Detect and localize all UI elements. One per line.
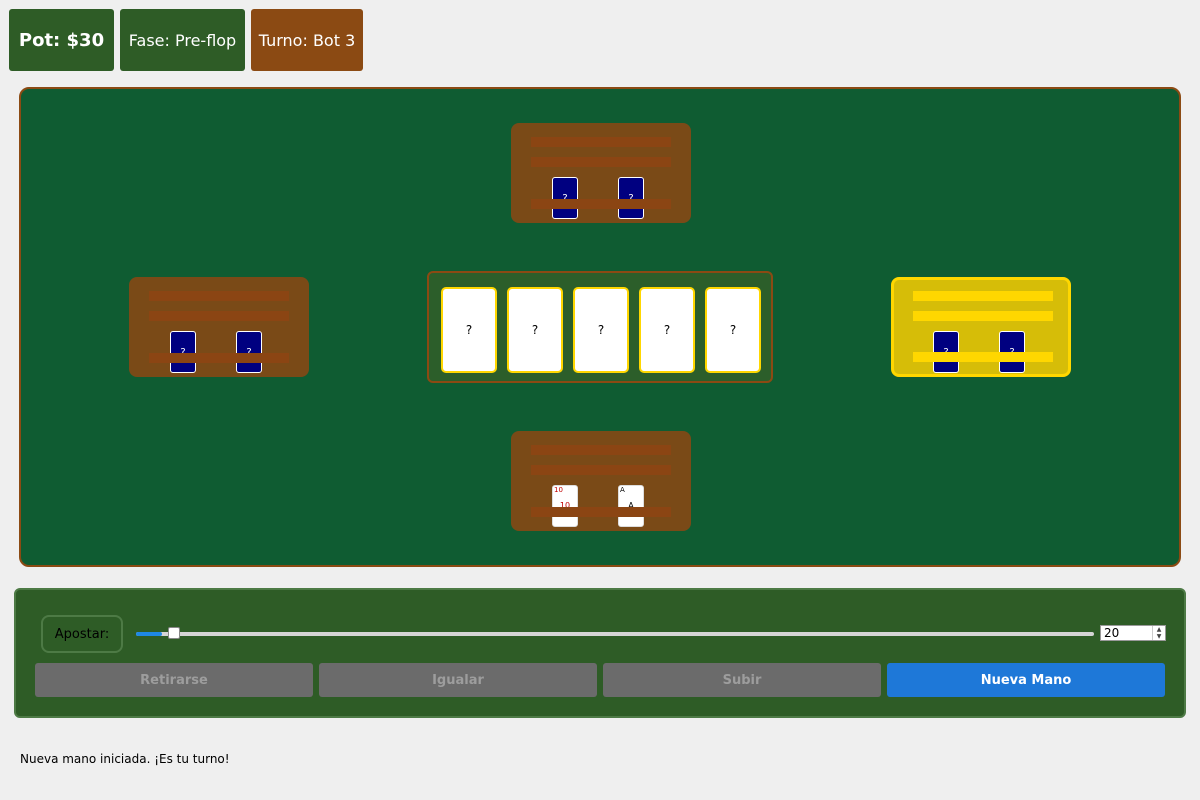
status-message: Nueva mano iniciada. ¡Es tu turno!	[20, 752, 230, 766]
seat-info-bar	[913, 311, 1053, 321]
card-back: ?	[618, 177, 644, 219]
slider-fill	[136, 632, 162, 636]
seat-right-active: ? ?	[891, 277, 1071, 377]
pot-display: Pot: $30	[9, 9, 114, 71]
raise-button[interactable]: Subir	[603, 663, 881, 697]
seat-info-bar	[531, 465, 671, 475]
community-card: ?	[705, 287, 761, 373]
seat-info-bar	[531, 507, 671, 517]
slider-thumb[interactable]	[168, 627, 180, 639]
seat-info-bar	[149, 311, 289, 321]
seat-left: ? ?	[129, 277, 309, 377]
seat-info-bar	[531, 445, 671, 455]
seat-info-bar	[913, 352, 1053, 362]
seat-info-bar	[531, 157, 671, 167]
fold-button[interactable]: Retirarse	[35, 663, 313, 697]
card-rank: 10	[554, 486, 563, 494]
seat-top: ? ?	[511, 123, 691, 223]
community-card: ?	[639, 287, 695, 373]
seat-info-bar	[913, 291, 1053, 301]
community-card: ?	[507, 287, 563, 373]
seat-info-bar	[531, 137, 671, 147]
new-hand-button[interactable]: Nueva Mano	[887, 663, 1165, 697]
player-card-ten: 10 10	[552, 485, 578, 527]
seat-info-bar	[531, 199, 671, 209]
card-rank: A	[620, 486, 625, 494]
turn-display: Turno: Bot 3	[251, 9, 363, 71]
seat-player: 10 10 A A	[511, 431, 691, 531]
betting-controls: Apostar: 20 ▲ ▼ Retirarse Igualar Subir N…	[14, 588, 1186, 718]
poker-table: ? ? ? ? ? ? ? ? ? ? ? 10 10 A A	[19, 87, 1181, 567]
card-back: ?	[552, 177, 578, 219]
card-back: ?	[170, 331, 196, 373]
bet-slider[interactable]	[136, 627, 1094, 639]
seat-info-bar	[149, 353, 289, 363]
bet-amount-input[interactable]: 20 ▲ ▼	[1100, 625, 1166, 641]
bet-label: Apostar:	[41, 615, 123, 653]
bet-amount-value: 20	[1104, 626, 1120, 640]
community-card: ?	[441, 287, 497, 373]
spinner-arrows-icon[interactable]: ▲ ▼	[1152, 626, 1165, 640]
seat-info-bar	[149, 291, 289, 301]
call-button[interactable]: Igualar	[319, 663, 597, 697]
phase-display: Fase: Pre-flop	[120, 9, 245, 71]
community-cards: ? ? ? ? ?	[427, 271, 773, 383]
player-card-ace: A A	[618, 485, 644, 527]
card-back: ?	[236, 331, 262, 373]
community-card: ?	[573, 287, 629, 373]
